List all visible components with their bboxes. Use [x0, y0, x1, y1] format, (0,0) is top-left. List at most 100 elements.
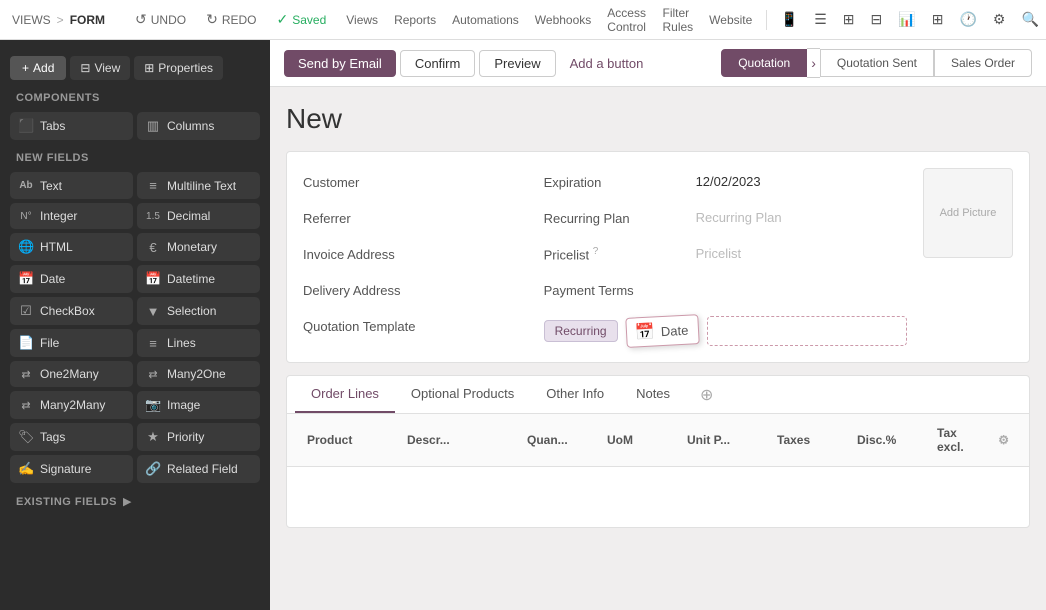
tab-other-info[interactable]: Other Info	[530, 376, 620, 413]
redo-button[interactable]: ↻ REDO	[200, 8, 262, 31]
th-uom: UoM	[599, 429, 679, 451]
sidebar-item-lines[interactable]: ≡ Lines	[137, 329, 260, 357]
sidebar-item-many2one[interactable]: ⇄ Many2One	[137, 361, 260, 387]
referrer-value[interactable]	[451, 216, 528, 221]
add-button-link[interactable]: Add a button	[560, 51, 654, 76]
nav-filter[interactable]: Filter Rules	[656, 3, 699, 37]
undo-label: UNDO	[151, 13, 186, 27]
integer-icon: N°	[18, 211, 34, 222]
signature-icon: ✍	[18, 461, 34, 477]
delivery-value[interactable]	[451, 288, 528, 293]
undo-button[interactable]: ↺ UNDO	[129, 8, 192, 31]
template-row: Quotation Template	[303, 312, 528, 340]
sidebar-item-signature[interactable]: ✍ Signature	[10, 455, 133, 483]
expiration-label: Expiration	[544, 175, 684, 190]
sidebar-item-priority[interactable]: ★ Priority	[137, 423, 260, 451]
text-field-icon: Ab	[18, 180, 34, 191]
clock-icon[interactable]: 🕐	[953, 7, 982, 32]
referrer-row: Referrer	[303, 204, 528, 232]
search-icon[interactable]: 🔍	[1015, 7, 1044, 32]
tabs-container: Order Lines Optional Products Other Info…	[286, 375, 1030, 528]
sidebar-item-integer[interactable]: N° Integer	[10, 203, 133, 229]
lines-label: Lines	[167, 336, 196, 350]
sidebar-item-selection[interactable]: ▼ Selection	[137, 297, 260, 325]
action-bar: Send by Email Confirm Preview Add a butt…	[270, 40, 1046, 87]
sidebar-item-date[interactable]: 📅 Date	[10, 265, 133, 293]
add-button[interactable]: + Add	[10, 56, 66, 80]
pricelist-value[interactable]: Pricelist	[692, 244, 907, 264]
grid-icon[interactable]: ⊞	[837, 7, 861, 32]
th-quantity: Quan...	[519, 429, 599, 451]
view-button[interactable]: ⊟ View	[70, 56, 130, 80]
tab-order-lines[interactable]: Order Lines	[295, 376, 395, 413]
sidebar-item-decimal[interactable]: 1.5 Decimal	[137, 203, 260, 229]
image-label: Image	[167, 398, 200, 412]
sidebar-item-columns[interactable]: ▥ Columns	[137, 112, 260, 140]
sidebar-item-tags[interactable]: 🏷 Tags	[10, 423, 133, 451]
status-quotation-sent[interactable]: Quotation Sent	[820, 49, 934, 77]
th-tax-excl: Tax excl.	[929, 422, 990, 458]
sidebar-item-monetary[interactable]: € Monetary	[137, 233, 260, 261]
nav-views[interactable]: Views	[340, 10, 384, 30]
nav-automations[interactable]: Automations	[446, 10, 525, 30]
content-area: Send by Email Confirm Preview Add a butt…	[270, 40, 1046, 610]
expiration-value[interactable]: 12/02/2023	[692, 172, 907, 192]
template-value[interactable]	[451, 324, 528, 329]
existing-fields-section[interactable]: Existing Fields ▶	[0, 487, 270, 512]
nav-reports[interactable]: Reports	[388, 10, 442, 30]
sidebar: + Add ⊟ View ⊞ Properties Components ⬛ T…	[0, 40, 270, 610]
form-left: Customer Referrer Invoice Address Delive…	[303, 168, 528, 346]
date-drag-widget[interactable]: 📅 Date	[625, 314, 700, 348]
payment-value[interactable]	[692, 288, 907, 293]
add-picture-button[interactable]: Add Picture	[923, 168, 1013, 258]
tabs-header: Order Lines Optional Products Other Info…	[287, 376, 1029, 414]
settings-icon[interactable]: ⚙	[987, 7, 1012, 32]
sidebar-item-file[interactable]: 📄 File	[10, 329, 133, 357]
sidebar-item-text[interactable]: Ab Text	[10, 172, 133, 199]
status-quotation[interactable]: Quotation	[721, 49, 807, 77]
nav-access[interactable]: Access Control	[601, 3, 652, 37]
pricelist-row: Pricelist ? Pricelist	[544, 240, 907, 268]
check-icon: ✓	[277, 11, 289, 28]
customer-value[interactable]	[451, 180, 528, 185]
nav-website[interactable]: Website	[703, 10, 758, 30]
sidebar-item-datetime[interactable]: 📅 Datetime	[137, 265, 260, 293]
sidebar-item-many2many[interactable]: ⇄ Many2Many	[10, 391, 133, 419]
kanban-icon[interactable]: ⊞	[926, 7, 950, 32]
decimal-icon: 1.5	[145, 211, 161, 222]
undo-icon: ↺	[135, 11, 147, 28]
confirm-button[interactable]: Confirm	[400, 50, 476, 77]
tab-optional-products[interactable]: Optional Products	[395, 376, 530, 413]
many2many-label: Many2Many	[40, 398, 105, 412]
list-icon[interactable]: ☰	[808, 7, 833, 32]
chart-icon[interactable]: 📊	[892, 7, 921, 32]
preview-button[interactable]: Preview	[479, 50, 555, 77]
one2many-icon: ⇄	[18, 368, 34, 381]
nav-webhooks[interactable]: Webhooks	[529, 10, 597, 30]
send-email-button[interactable]: Send by Email	[284, 50, 396, 77]
sidebar-item-multiline[interactable]: ≡ Multiline Text	[137, 172, 260, 199]
th-settings-icon[interactable]: ⚙	[990, 429, 1017, 451]
pricelist-label: Pricelist ?	[544, 246, 684, 262]
table-icon[interactable]: ⊟	[865, 7, 889, 32]
sidebar-item-checkbox[interactable]: ☑ CheckBox	[10, 297, 133, 325]
sidebar-item-image[interactable]: 📷 Image	[137, 391, 260, 419]
recurring-plan-value[interactable]: Recurring Plan	[692, 208, 907, 228]
tab-notes[interactable]: Notes	[620, 376, 686, 413]
expiration-row: Expiration 12/02/2023	[544, 168, 907, 196]
datetime-label: Datetime	[167, 272, 215, 286]
status-sales-order[interactable]: Sales Order	[934, 49, 1032, 77]
components-grid: ⬛ Tabs ▥ Columns	[0, 108, 270, 144]
date-field-label: Date	[40, 272, 65, 286]
saved-indicator: ✓ Saved	[271, 8, 333, 31]
sidebar-item-related-field[interactable]: 🔗 Related Field	[137, 455, 260, 483]
properties-button[interactable]: ⊞ Properties	[134, 56, 223, 80]
sidebar-item-html[interactable]: 🌐 HTML	[10, 233, 133, 261]
mobile-icon[interactable]: 📱	[775, 7, 804, 32]
view-icon: ⊟	[80, 61, 90, 75]
invoice-value[interactable]	[451, 252, 528, 257]
sidebar-item-tabs[interactable]: ⬛ Tabs	[10, 112, 133, 140]
sidebar-item-one2many[interactable]: ⇄ One2Many	[10, 361, 133, 387]
tab-add-button[interactable]: ⊕	[690, 377, 723, 413]
html-icon: 🌐	[18, 239, 34, 255]
